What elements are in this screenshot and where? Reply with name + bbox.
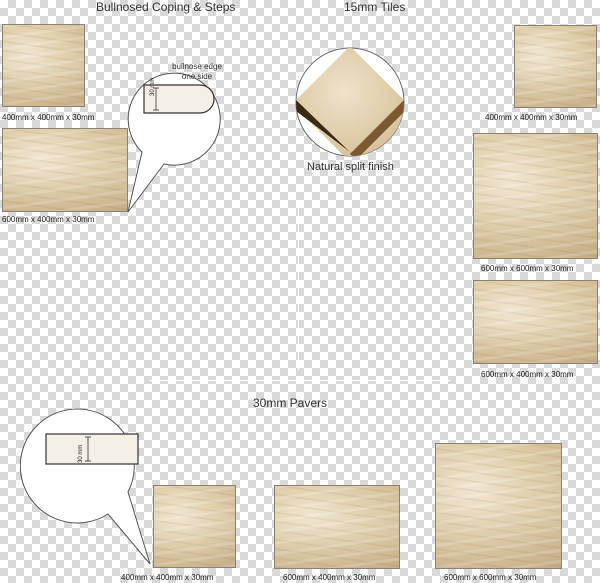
paver-600x400 <box>274 485 400 569</box>
natural-split-label: Natural split finish <box>307 161 394 173</box>
divider-vertical <box>298 200 299 370</box>
coping-tile-600x400 <box>2 128 128 212</box>
bullnose-text: bullnose edge one side <box>160 62 234 82</box>
coping-tile-400x400 <box>2 24 85 107</box>
coping-thickness-label: 30 mm <box>150 77 156 96</box>
tile-600x400 <box>473 280 598 364</box>
paver-label-400x400: 400mm x 400mm x 30mm <box>121 573 214 582</box>
pavers-thickness-label: 30 mm <box>78 444 84 463</box>
tile-label-400x400: 400mm x 400mm x 30mm <box>485 113 578 122</box>
coping-label-400x400: 400mm x 400mm x 30mm <box>2 113 95 122</box>
paver-400x400 <box>153 485 236 568</box>
tiles-heading: 15mm Tiles <box>344 0 406 14</box>
tile-400x400 <box>514 25 597 108</box>
divider-horizontal <box>150 380 450 381</box>
coping-heading: Bullnosed Coping & Steps <box>96 0 236 14</box>
paver-label-600x400: 600mm x 400mm x 30mm <box>283 573 376 582</box>
coping-label-600x400: 600mm x 400mm x 30mm <box>2 215 95 224</box>
paver-label-600x600: 600mm x 600mm x 30mm <box>444 573 537 582</box>
paver-600x600 <box>435 443 562 569</box>
pavers-heading: 30mm Pavers <box>253 396 328 410</box>
natural-split-illustration <box>295 47 405 157</box>
tile-label-600x400: 600mm x 400mm x 30mm <box>481 370 574 379</box>
bullnose-text-line1: bullnose edge <box>172 62 222 71</box>
pavers-callout <box>20 408 151 565</box>
tile-600x600 <box>473 133 598 259</box>
tile-label-600x600: 600mm x 600mm x 30mm <box>481 264 574 273</box>
bullnose-text-line2: one side <box>181 72 213 81</box>
